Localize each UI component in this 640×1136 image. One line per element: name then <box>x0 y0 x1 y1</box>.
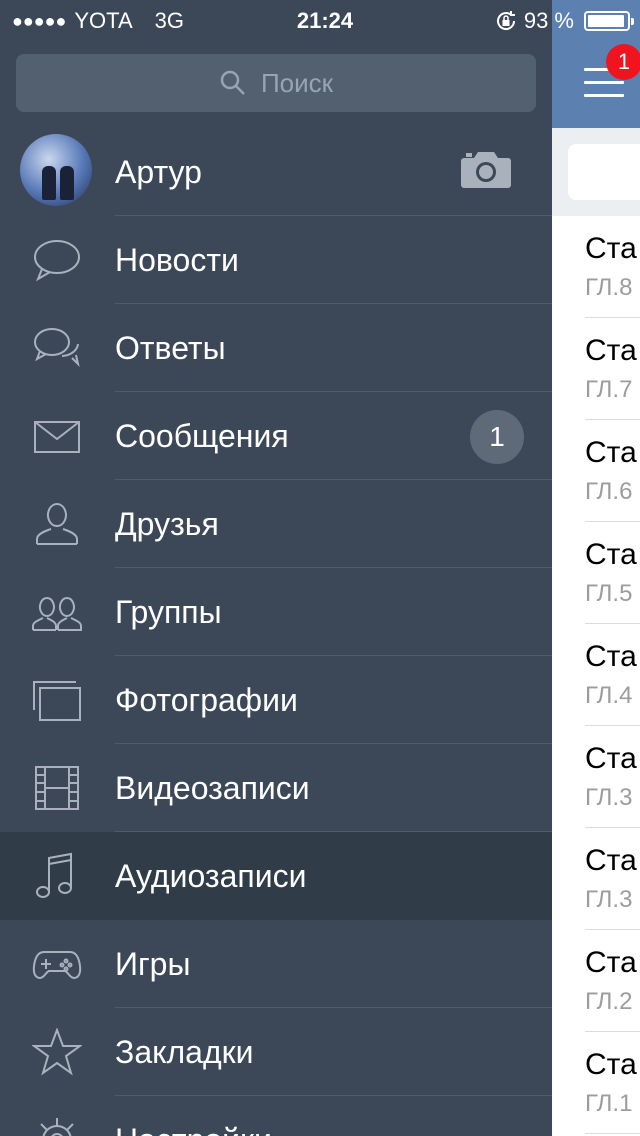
menu-label: Друзья <box>115 505 219 542</box>
list-item-subtitle: ГЛ.1 <box>585 1090 633 1117</box>
menu-label: Новости <box>115 241 239 278</box>
menu-item-audio[interactable]: Аудиозаписи <box>0 832 552 920</box>
people-icon <box>32 588 82 636</box>
list-item-subtitle: ГЛ.2 <box>585 988 633 1015</box>
list-item[interactable]: Ста ГЛ.2 <box>552 930 640 1032</box>
list-item-title: Ста <box>585 436 637 469</box>
list-item-subtitle: ГЛ.3 <box>585 886 633 913</box>
menu-item-photos[interactable]: Фотографии <box>0 656 552 744</box>
menu-list: Артур Новости Ответы Сообщения 1 Друзья … <box>0 128 552 1136</box>
menu-label: Игры <box>115 945 191 982</box>
gear-icon <box>32 1116 82 1136</box>
list-item[interactable]: Ста ГЛ.3 <box>552 828 640 930</box>
menu-item-bookmarks[interactable]: Закладки <box>0 1008 552 1096</box>
menu-item-settings[interactable]: Настройки <box>0 1096 552 1136</box>
unread-badge: 1 <box>470 410 524 464</box>
menu-label: Видеозаписи <box>115 769 310 806</box>
list-item-title: Ста <box>585 232 637 265</box>
menu-item-profile[interactable]: Артур <box>0 128 552 216</box>
list-item[interactable]: Ста ГЛ.3 <box>552 726 640 828</box>
menu-item-replies[interactable]: Ответы <box>0 304 552 392</box>
menu-item-games[interactable]: Игры <box>0 920 552 1008</box>
menu-label: Аудиозаписи <box>115 857 307 894</box>
side-menu: Поиск Артур Новости Ответы Сообщения 1 Д… <box>0 0 552 1136</box>
menu-label: Закладки <box>115 1033 254 1070</box>
envelope-icon <box>32 412 82 460</box>
notification-badge: 1 <box>606 44 640 80</box>
list-item[interactable]: Ста ГЛ.6 <box>552 420 640 522</box>
news-bubble-icon <box>32 236 82 284</box>
film-icon <box>32 764 82 812</box>
replies-bubbles-icon <box>32 324 82 372</box>
list-item[interactable]: Ста ГЛ.4 <box>552 624 640 726</box>
menu-item-news[interactable]: Новости <box>0 216 552 304</box>
list-item-subtitle: ГЛ.6 <box>585 478 633 505</box>
battery-percent: 93 % <box>523 8 574 33</box>
list-item-title: Ста <box>585 1048 637 1081</box>
menu-label: Настройки <box>115 1122 272 1136</box>
menu-label: Фотографии <box>115 681 298 718</box>
list-item-subtitle: ГЛ.8 <box>585 274 633 301</box>
list-item-title: Ста <box>585 538 637 571</box>
list-item[interactable]: Ста ГЛ.8 <box>552 216 640 318</box>
photos-icon <box>32 676 82 724</box>
menu-item-friends[interactable]: Друзья <box>0 480 552 568</box>
menu-label: Сообщения <box>115 417 289 454</box>
search-icon <box>220 70 245 95</box>
list-item[interactable]: Ста ГЛ.1 <box>552 1032 640 1134</box>
list-item[interactable]: Ста ГЛ.5 <box>552 522 640 624</box>
list-item-title: Ста <box>585 844 637 877</box>
menu-item-messages[interactable]: Сообщения 1 <box>0 392 552 480</box>
battery-icon <box>584 11 634 31</box>
content-search-bar <box>552 128 640 216</box>
list-item-title: Ста <box>585 640 637 673</box>
rotation-lock-icon <box>496 11 515 30</box>
list-item-title: Ста <box>585 946 637 979</box>
menu-item-groups[interactable]: Группы <box>0 568 552 656</box>
content-search-input[interactable] <box>568 144 640 200</box>
menu-item-videos[interactable]: Видеозаписи <box>0 744 552 832</box>
profile-name: Артур <box>115 153 202 190</box>
main-content-peek[interactable]: 1 Ста ГЛ.8 Ста ГЛ.7 Ста ГЛ.6 Ста ГЛ.5 Ст… <box>552 0 640 1136</box>
status-bar: ●●●●● YOTA 3G 21:24 93 % <box>0 0 640 40</box>
content-list: Ста ГЛ.8 Ста ГЛ.7 Ста ГЛ.6 Ста ГЛ.5 Ста … <box>552 216 640 1134</box>
list-item[interactable]: Ста ГЛ.7 <box>552 318 640 420</box>
menu-label: Ответы <box>115 329 226 366</box>
search-field[interactable]: Поиск <box>16 54 536 112</box>
list-item-title: Ста <box>585 742 637 775</box>
search-placeholder: Поиск <box>260 67 334 98</box>
avatar[interactable] <box>20 134 92 206</box>
person-icon <box>32 500 82 548</box>
list-item-title: Ста <box>585 334 637 367</box>
camera-icon[interactable] <box>460 148 512 190</box>
list-item-subtitle: ГЛ.3 <box>585 784 633 811</box>
star-icon <box>32 1028 82 1076</box>
list-item-subtitle: ГЛ.4 <box>585 682 633 709</box>
list-item-subtitle: ГЛ.5 <box>585 580 633 607</box>
gamepad-icon <box>32 940 82 988</box>
music-note-icon <box>32 852 82 900</box>
menu-label: Группы <box>115 593 222 630</box>
list-item-subtitle: ГЛ.7 <box>585 376 633 403</box>
